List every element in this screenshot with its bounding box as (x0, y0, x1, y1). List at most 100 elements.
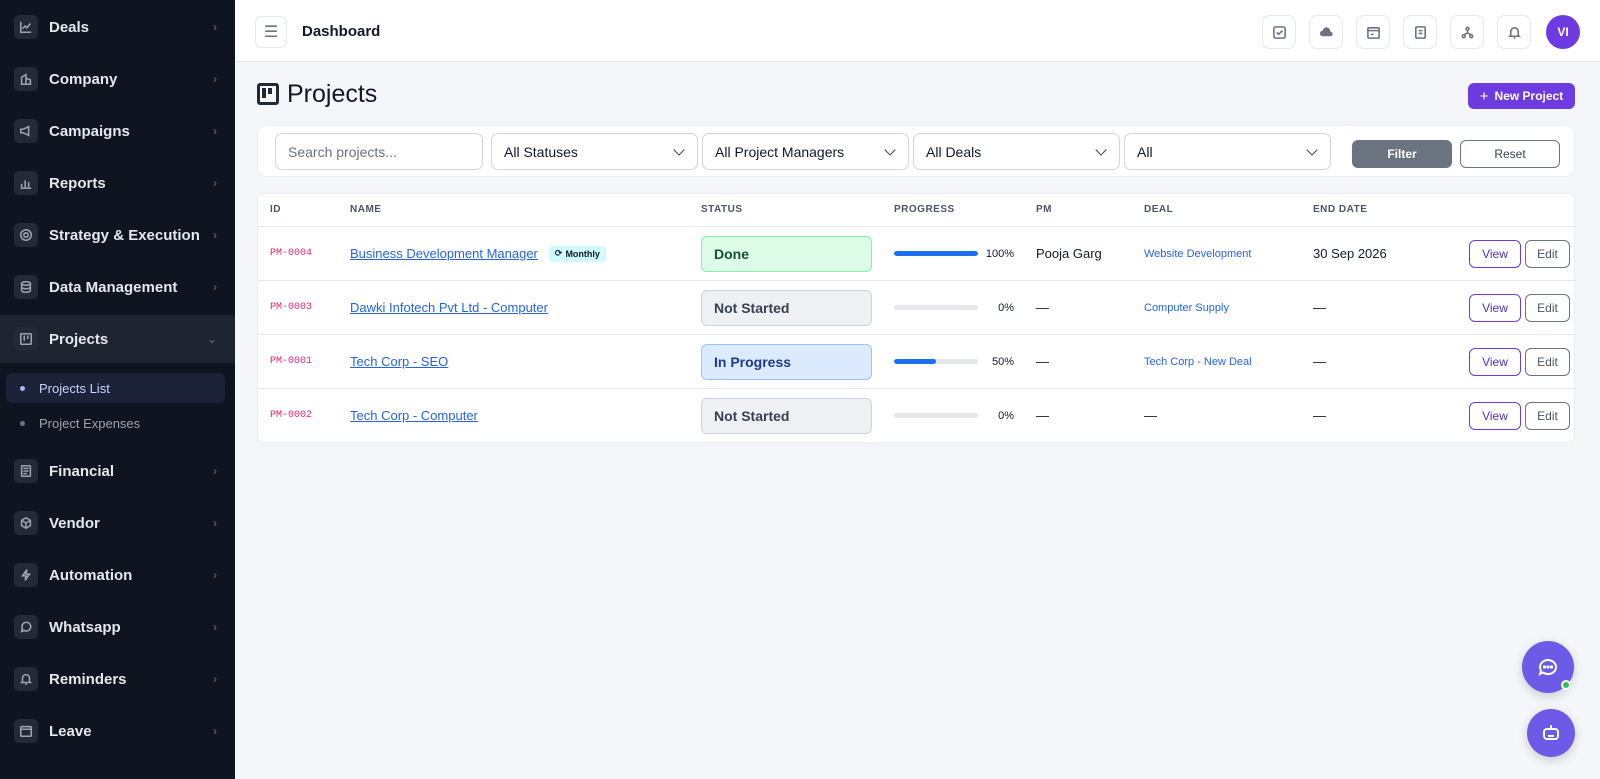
sidebar-item-label: Vendor (49, 514, 100, 532)
project-manager: — (1036, 300, 1049, 315)
sidebar-item-strategy[interactable]: Strategy & Execution › (0, 211, 235, 259)
kanban-icon (14, 327, 38, 351)
sidebar-subitem-project-expenses[interactable]: Project Expenses (6, 408, 225, 438)
chevron-right-icon: › (213, 72, 217, 86)
project-name-cell: Business Development Manager ⟳ Monthly (350, 227, 606, 280)
deals-select-value: All Deals (926, 143, 982, 160)
deal-link[interactable]: Website Development (1144, 227, 1251, 280)
task-check-icon[interactable] (1262, 15, 1296, 49)
chevron-right-icon: › (213, 176, 217, 190)
cloud-icon[interactable] (1309, 15, 1343, 49)
project-name-link[interactable]: Dawki Infotech Pvt Ltd - Computer (350, 300, 548, 315)
edit-button[interactable]: Edit (1525, 294, 1570, 322)
plus-icon: + (1479, 87, 1489, 105)
filter-button[interactable]: Filter (1352, 140, 1452, 168)
edit-button[interactable]: Edit (1525, 348, 1570, 376)
chevron-down-icon (673, 144, 685, 156)
bolt-icon (14, 563, 38, 587)
edit-button[interactable]: Edit (1525, 240, 1570, 268)
status-badge: Not Started (701, 398, 872, 434)
chevron-right-icon: › (213, 516, 217, 530)
type-select[interactable]: All (1124, 133, 1331, 170)
sidebar-item-vendor[interactable]: Vendor › (0, 499, 235, 547)
column-header-end-date: END DATE (1313, 204, 1368, 215)
deal-link: — (1144, 408, 1157, 423)
user-avatar[interactable]: VI (1546, 15, 1580, 49)
sidebar-item-label: Campaigns (49, 122, 130, 140)
project-name-cell: Tech Corp - SEO (350, 335, 448, 388)
sidebar-item-reminders[interactable]: Reminders › (0, 655, 235, 703)
sidebar-item-label: Company (49, 70, 118, 88)
table-row: PM-0001 Tech Corp - SEO In Progress 50% … (258, 335, 1576, 389)
sidebar-subitem-projects-list[interactable]: Projects List (6, 373, 225, 403)
view-button[interactable]: View (1469, 402, 1521, 430)
new-project-label: New Project (1494, 89, 1564, 103)
view-button[interactable]: View (1469, 294, 1521, 322)
view-button[interactable]: View (1469, 240, 1521, 268)
org-chart-icon[interactable] (1450, 15, 1484, 49)
search-input[interactable] (275, 133, 483, 170)
robot-icon (1543, 725, 1559, 740)
sidebar-subitem-label: Projects List (39, 380, 110, 396)
progress-track (894, 413, 978, 418)
sidebar-item-campaigns[interactable]: Campaigns › (0, 107, 235, 155)
project-name-link[interactable]: Tech Corp - Computer (350, 408, 478, 423)
sidebar-item-label: Strategy & Execution (49, 226, 200, 244)
edit-button[interactable]: Edit (1525, 402, 1570, 430)
column-header-deal: DEAL (1144, 204, 1174, 215)
sidebar-item-projects[interactable]: Projects ⌄ (0, 315, 235, 363)
sidebar-item-financial[interactable]: Financial › (0, 447, 235, 495)
deal-link[interactable]: Computer Supply (1144, 281, 1229, 334)
sidebar-item-deals[interactable]: Deals › (0, 3, 235, 51)
project-name-link[interactable]: Business Development Manager (350, 246, 538, 261)
column-header-progress: PROGRESS (894, 204, 955, 215)
view-button[interactable]: View (1469, 348, 1521, 376)
progress-percent: 0% (998, 409, 1014, 422)
end-date: — (1313, 300, 1326, 315)
progress-cell: 50% (894, 335, 1014, 388)
projects-table: ID NAME STATUS PROGRESS PM DEAL END DATE… (257, 193, 1576, 443)
progress-fill (894, 359, 936, 364)
clipboard-icon[interactable] (1403, 15, 1437, 49)
chevron-down-icon (1306, 144, 1318, 156)
progress-track (894, 305, 978, 310)
status-badge: Not Started (701, 290, 872, 326)
progress-percent: 100% (985, 247, 1014, 260)
chatbot-button[interactable] (1527, 709, 1575, 757)
project-manager: Pooja Garg (1036, 246, 1102, 261)
recurrence-label: Monthly (565, 248, 600, 259)
sidebar: Deals › Company › Campaigns › Reports › … (0, 0, 235, 779)
filter-bar: All Statuses All Project Managers All De… (257, 125, 1575, 177)
sidebar-item-data-management[interactable]: Data Management › (0, 263, 235, 311)
sidebar-item-reports[interactable]: Reports › (0, 159, 235, 207)
chevron-down-icon: ⌄ (206, 332, 217, 346)
sidebar-item-leave[interactable]: Leave › (0, 707, 235, 755)
deals-select[interactable]: All Deals (913, 133, 1120, 170)
target-icon (14, 223, 38, 247)
sidebar-item-label: Deals (49, 18, 90, 36)
sidebar-item-whatsapp[interactable]: Whatsapp › (0, 603, 235, 651)
project-manager-select[interactable]: All Project Managers (702, 133, 909, 170)
status-select[interactable]: All Statuses (491, 133, 698, 170)
new-project-button[interactable]: + New Project (1468, 83, 1575, 109)
hamburger-menu-button[interactable]: ☰ (255, 16, 287, 48)
status-badge: Done (701, 236, 872, 272)
sidebar-item-automation[interactable]: Automation › (0, 551, 235, 599)
building-icon (14, 67, 38, 91)
chevron-right-icon: › (213, 124, 217, 138)
deal-link[interactable]: Tech Corp - New Deal (1144, 335, 1252, 388)
calendar-window-icon[interactable] (1356, 15, 1390, 49)
sidebar-item-label: Reports (49, 174, 106, 192)
project-name-link[interactable]: Tech Corp - SEO (350, 354, 448, 369)
column-header-id: ID (270, 204, 281, 215)
chevron-right-icon: › (213, 20, 217, 34)
column-header-name: NAME (350, 204, 382, 215)
manager-select-value: All Project Managers (715, 143, 845, 160)
reset-button[interactable]: Reset (1460, 140, 1560, 168)
progress-cell: 0% (894, 389, 1014, 442)
sidebar-item-label: Data Management (49, 278, 178, 296)
table-row: PM-0003 Dawki Infotech Pvt Ltd - Compute… (258, 281, 1576, 335)
notification-bell-icon[interactable] (1497, 15, 1531, 49)
sidebar-item-company[interactable]: Company › (0, 55, 235, 103)
status-select-value: All Statuses (504, 143, 578, 160)
